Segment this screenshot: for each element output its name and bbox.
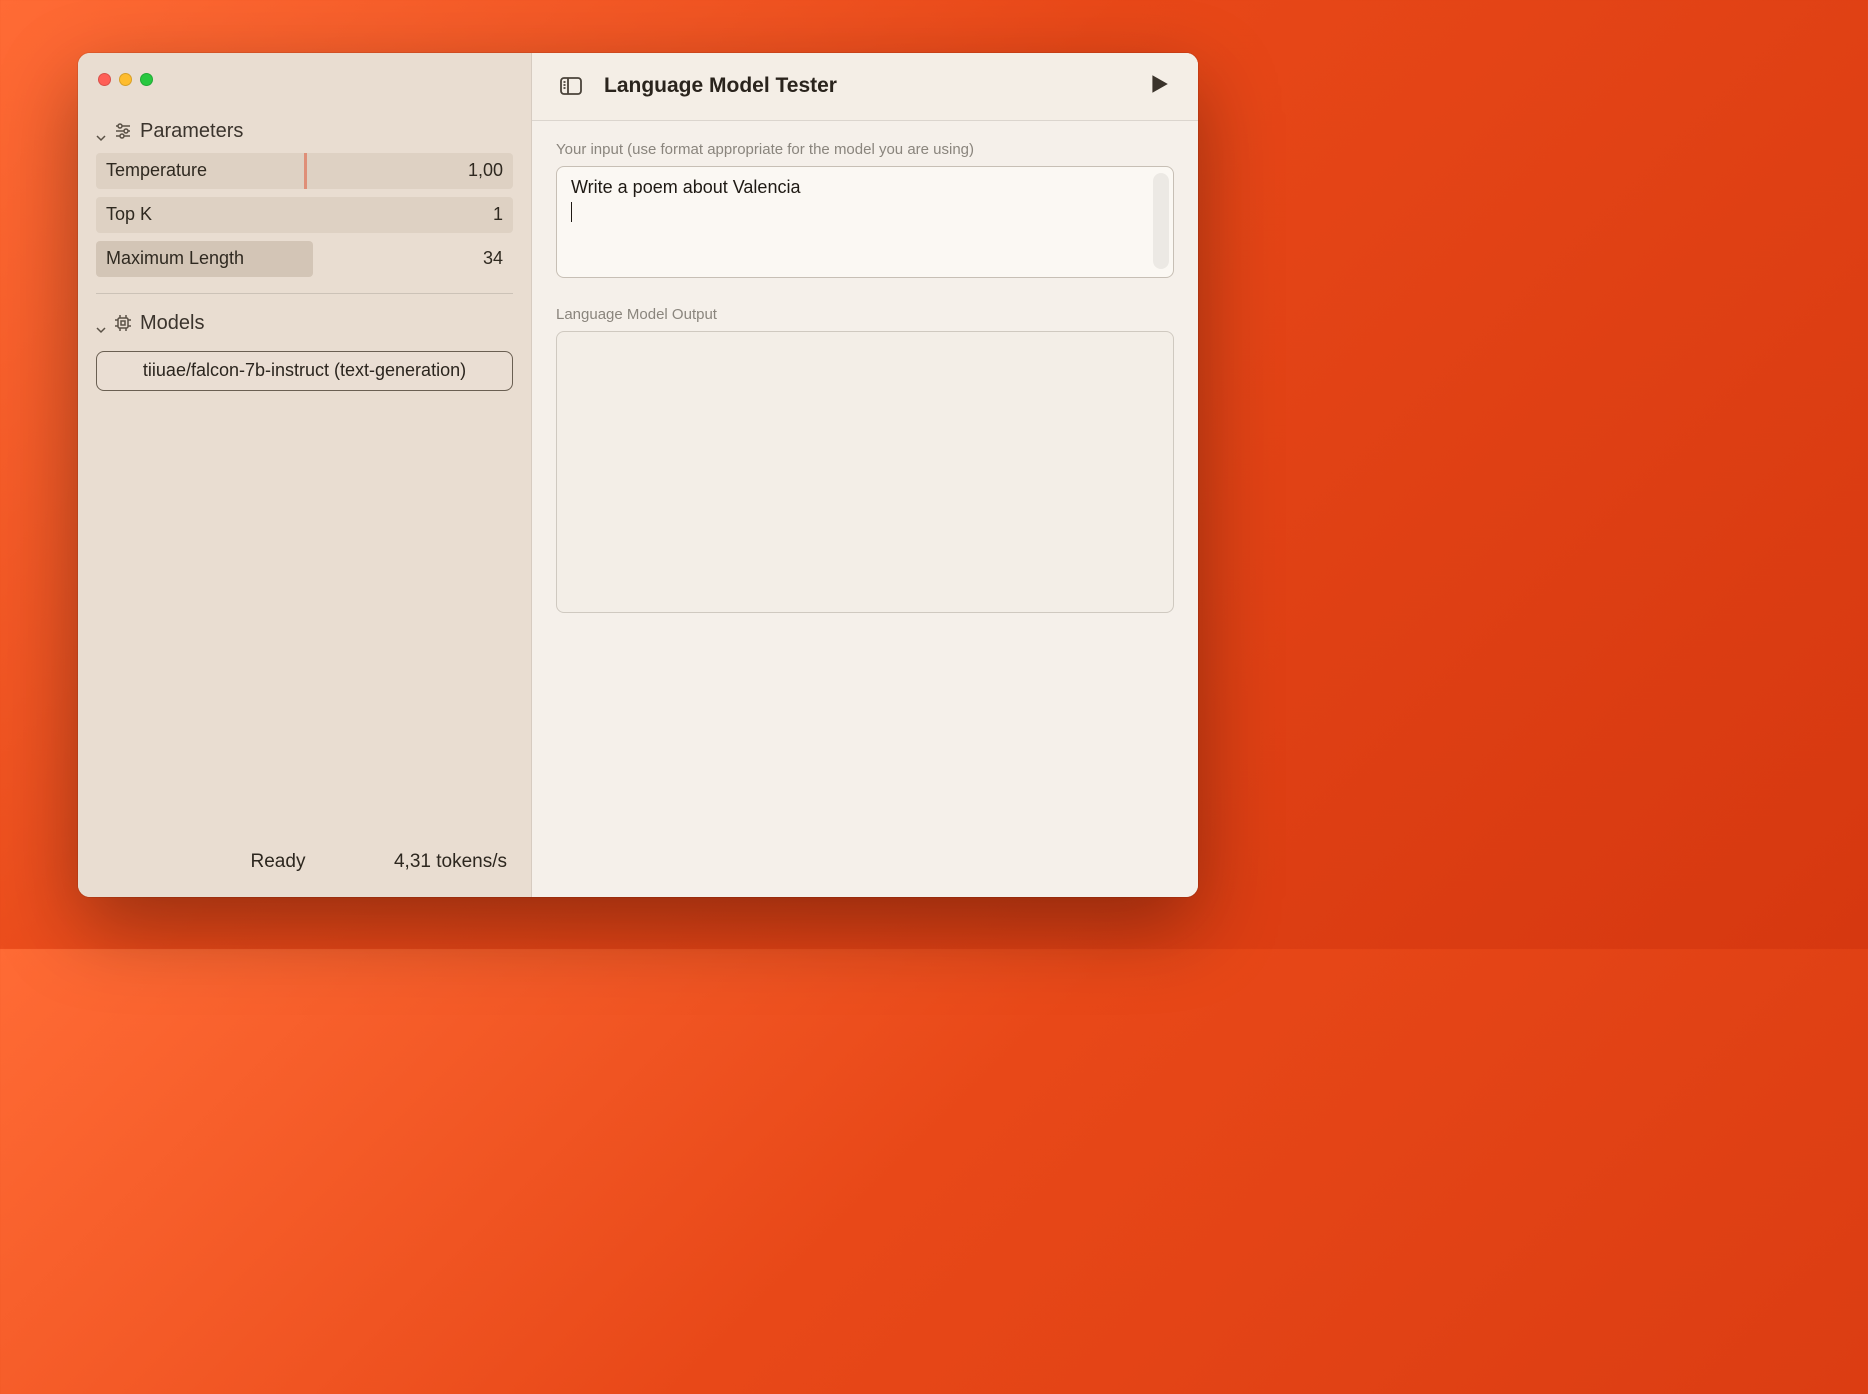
section-divider <box>96 293 513 294</box>
output-field-label: Language Model Output <box>556 306 1174 323</box>
model-selector[interactable]: tiiuae/falcon-7b-instruct (text-generati… <box>96 351 513 391</box>
parameters-section-label: Parameters <box>140 120 243 143</box>
input-field-label: Your input (use format appropriate for t… <box>556 141 1174 158</box>
maxlen-value: 34 <box>483 248 503 269</box>
toolbar: Language Model Tester <box>532 53 1198 121</box>
sidebar: Parameters Temperature 1,00 Top K 1 Maxi… <box>78 53 532 897</box>
prompt-input-text: Write a poem about Valencia <box>571 177 1159 198</box>
window-controls <box>78 53 531 86</box>
sliders-icon <box>114 122 132 140</box>
page-title: Language Model Tester <box>604 74 837 98</box>
sidebar-footer: Ready 4,31 tokens/s <box>78 851 531 897</box>
maxlen-label: Maximum Length <box>106 248 244 269</box>
models-section-label: Models <box>140 312 204 335</box>
zoom-window-button[interactable] <box>140 73 153 86</box>
temperature-value: 1,00 <box>468 160 503 181</box>
sidebar-toggle-icon[interactable] <box>560 77 582 95</box>
output-textarea[interactable] <box>556 331 1174 613</box>
prompt-input[interactable]: Write a poem about Valencia <box>556 166 1174 278</box>
topk-slider[interactable]: Top K 1 <box>96 197 513 233</box>
status-text: Ready <box>162 851 394 873</box>
token-rate-text: 4,31 tokens/s <box>394 851 507 873</box>
temperature-slider[interactable]: Temperature 1,00 <box>96 153 513 189</box>
models-section-header[interactable]: Models <box>78 308 531 345</box>
topk-label: Top K <box>106 204 152 225</box>
parameters-section-header[interactable]: Parameters <box>78 116 531 153</box>
minimize-window-button[interactable] <box>119 73 132 86</box>
main-pane: Language Model Tester Your input (use fo… <box>532 53 1198 897</box>
maxlen-slider[interactable]: Maximum Length 34 <box>96 241 513 277</box>
close-window-button[interactable] <box>98 73 111 86</box>
text-cursor <box>571 202 572 222</box>
run-button[interactable] <box>1148 73 1170 100</box>
temperature-label: Temperature <box>106 160 207 181</box>
app-window: Parameters Temperature 1,00 Top K 1 Maxi… <box>78 53 1198 897</box>
chevron-down-icon <box>96 318 106 328</box>
model-selected-label: tiiuae/falcon-7b-instruct (text-generati… <box>143 360 466 381</box>
input-scrollbar[interactable] <box>1153 173 1169 269</box>
chevron-down-icon <box>96 126 106 136</box>
chip-icon <box>114 314 132 332</box>
topk-value: 1 <box>493 204 503 225</box>
content-area: Your input (use format appropriate for t… <box>532 121 1198 633</box>
